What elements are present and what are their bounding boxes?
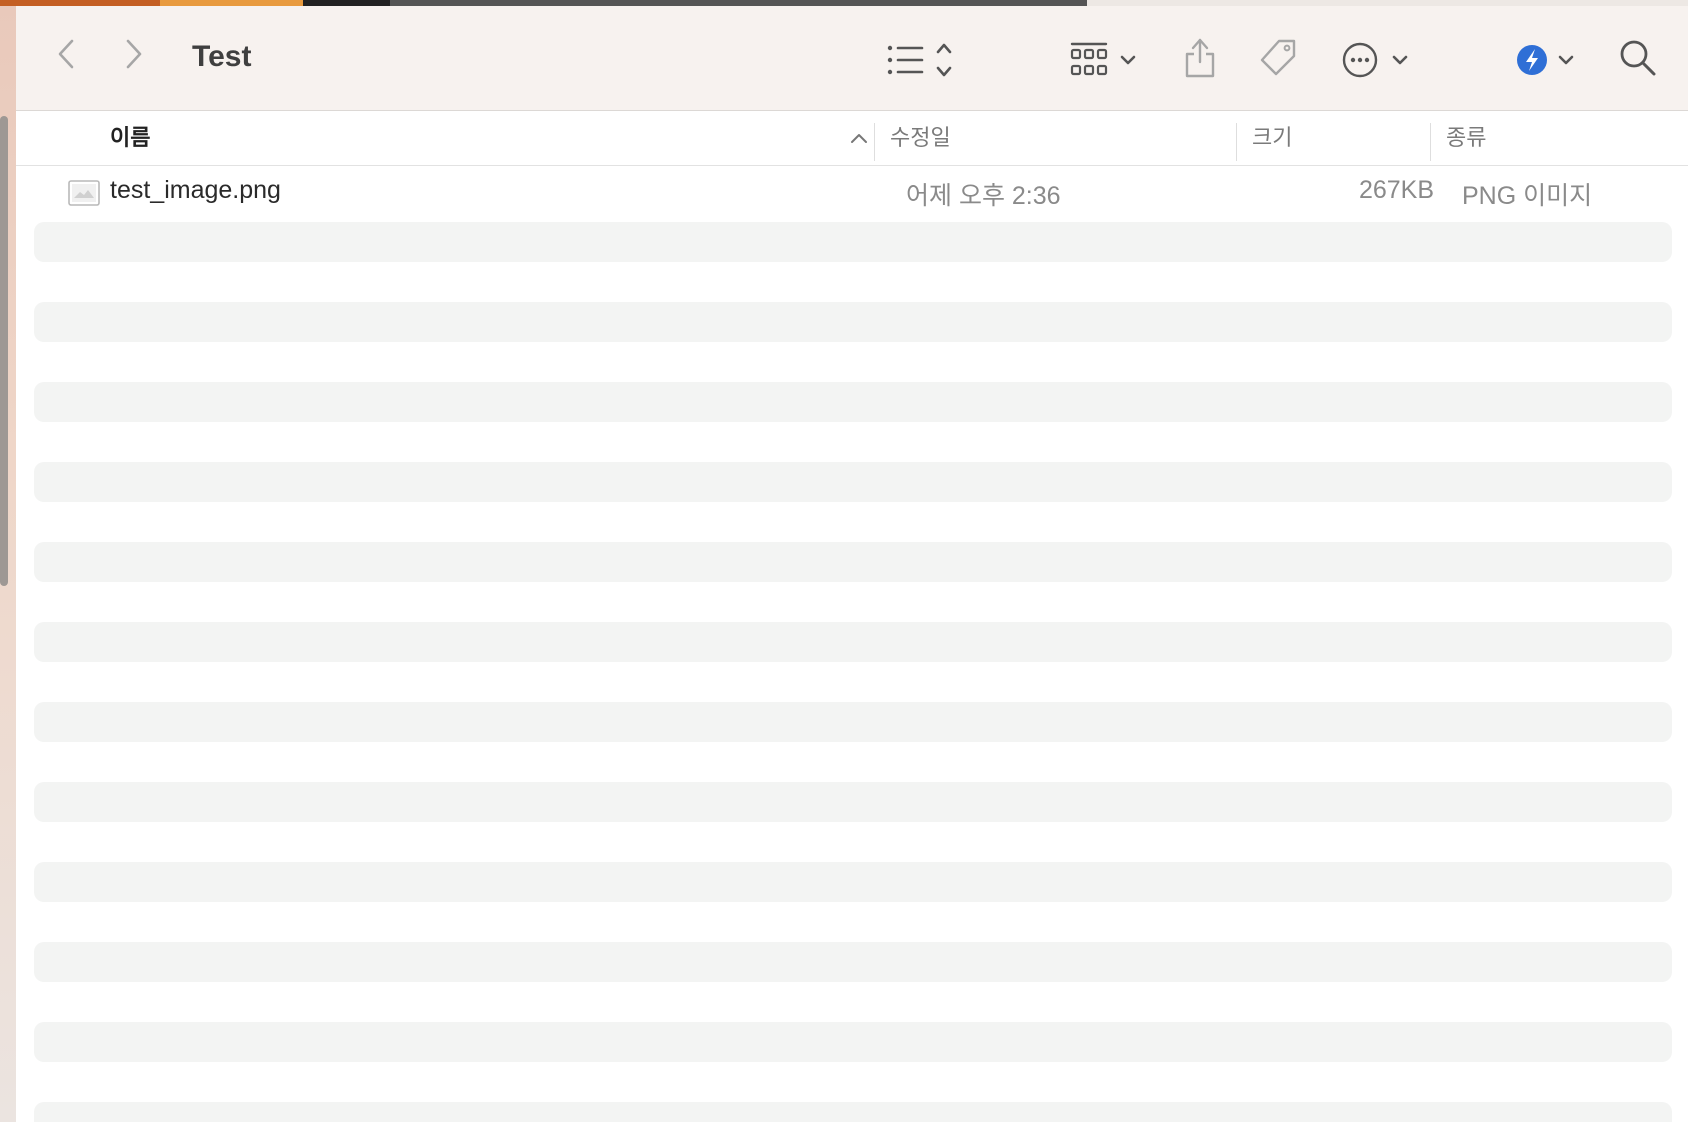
empty-row-stripe [34, 462, 1672, 502]
column-separator[interactable] [874, 123, 875, 161]
empty-row-stripe [34, 222, 1672, 262]
share-icon [1185, 38, 1215, 78]
sort-ascending-icon [851, 134, 867, 143]
empty-row-stripe [34, 1022, 1672, 1062]
shortcut-extension-icon [1517, 45, 1574, 75]
file-kind: PNG 이미지 [1462, 182, 1593, 210]
chevron-right-icon [126, 39, 142, 69]
column-header-name[interactable]: 이름 [110, 111, 150, 165]
toolbar: Test [16, 6, 1688, 111]
back-button[interactable] [52, 34, 80, 74]
background-window-edge [0, 6, 16, 1122]
column-header-size[interactable]: 크기 [1252, 111, 1292, 165]
file-size: 267KB [1358, 176, 1434, 204]
list-view-icon [887, 43, 952, 77]
image-file-icon [68, 180, 100, 206]
empty-row-stripe [34, 382, 1672, 422]
column-separator[interactable] [1236, 123, 1237, 161]
file-modified: 어제 오후 2:36 [906, 182, 1061, 210]
search-button[interactable] [1616, 36, 1660, 80]
search-icon [1620, 40, 1656, 76]
empty-row-stripe [34, 942, 1672, 982]
empty-row-stripe [34, 862, 1672, 902]
empty-row-stripe [34, 1102, 1672, 1122]
column-header-row: 이름 수정일 크기 종류 [16, 111, 1688, 166]
background-scrollbar[interactable] [0, 116, 8, 586]
column-header-kind[interactable]: 종류 [1446, 111, 1486, 165]
empty-row-stripe [34, 622, 1672, 662]
table-row[interactable]: test_image.png 어제 오후 2:36 267KB PNG 이미지 [34, 166, 1672, 216]
empty-row-stripe [34, 782, 1672, 822]
empty-row-stripe [34, 702, 1672, 742]
column-separator[interactable] [1430, 123, 1431, 161]
group-grid-icon [1070, 42, 1136, 76]
tag-icon [1260, 39, 1296, 76]
file-name: test_image.png [110, 176, 281, 204]
extension-button[interactable] [1516, 40, 1586, 80]
empty-row-stripe [34, 542, 1672, 582]
file-list: test_image.png 어제 오후 2:36 267KB PNG 이미지 [16, 166, 1688, 1122]
share-button[interactable] [1180, 34, 1220, 82]
view-options-button[interactable] [886, 40, 966, 80]
chevron-left-icon [58, 39, 74, 69]
finder-window: Test 이름 수정일 크기 종류 test_image.png 어제 오후 2… [16, 6, 1688, 1122]
empty-row-stripe [34, 302, 1672, 342]
ellipsis-circle-icon [1342, 42, 1408, 78]
window-title: Test [192, 40, 252, 73]
forward-button[interactable] [120, 34, 148, 74]
column-header-modified[interactable]: 수정일 [890, 111, 951, 165]
tag-button[interactable] [1256, 36, 1300, 80]
action-menu-button[interactable] [1342, 40, 1426, 80]
group-button[interactable] [1068, 40, 1148, 80]
